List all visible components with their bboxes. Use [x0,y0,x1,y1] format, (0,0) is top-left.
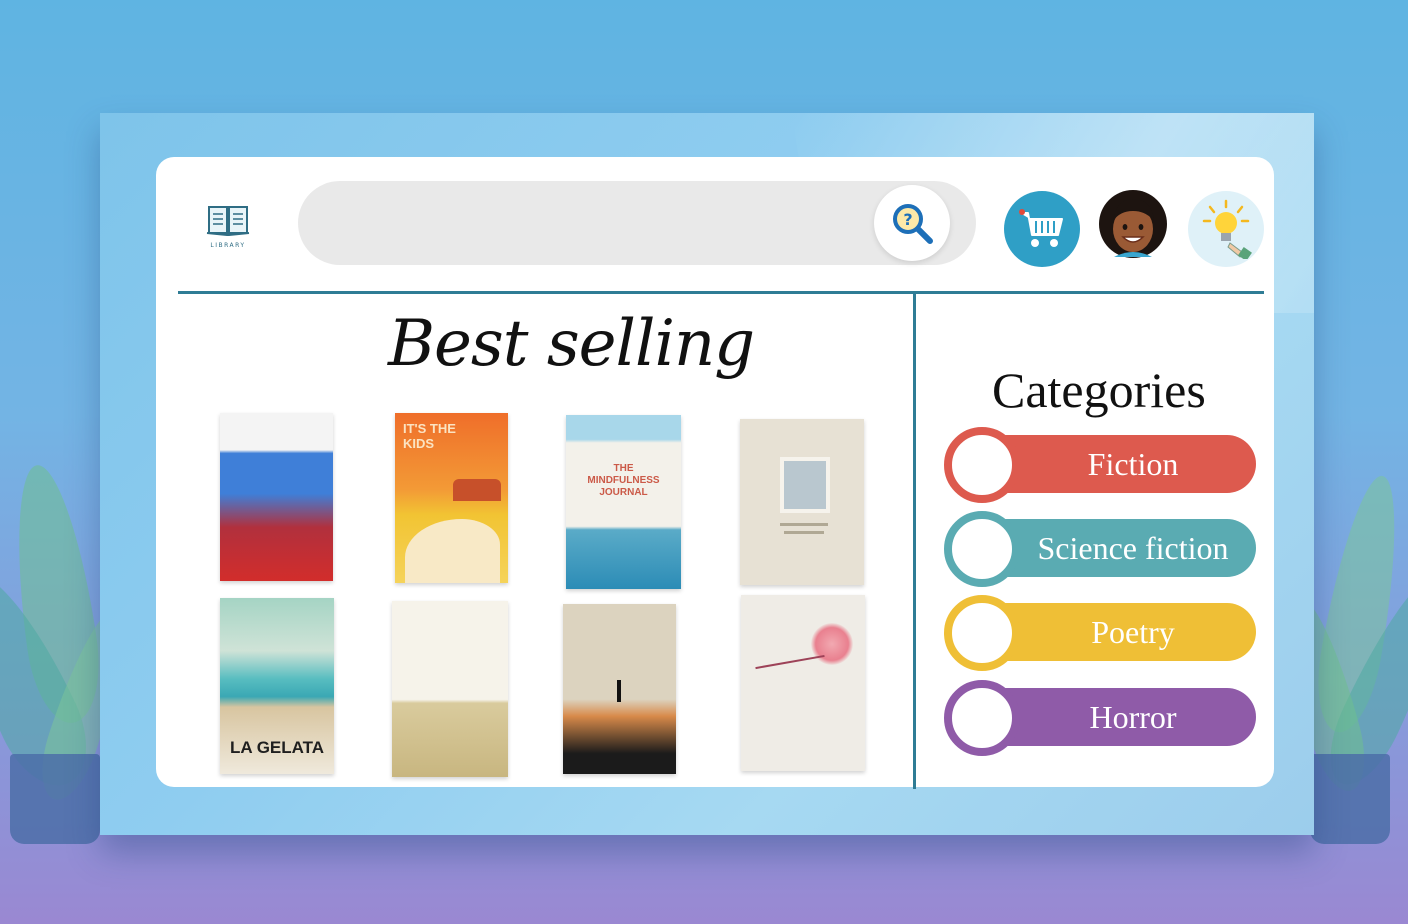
ideas-button[interactable] [1188,191,1264,267]
book-cover-2[interactable]: IT'S THE KIDS [395,413,508,583]
book-cover-1[interactable] [220,413,333,581]
lightbulb-icon [1202,199,1252,259]
open-book-icon [206,206,250,236]
book-cover-3-text: THE MINDFULNESS JOURNAL [587,463,660,498]
book-cover-7[interactable] [563,604,676,774]
search-button[interactable]: ? [874,185,950,261]
category-poetry-button[interactable]: Poetry [944,595,1256,671]
section-divider [913,293,916,789]
book-cover-5[interactable]: LA GELATA [220,598,334,774]
svg-text:?: ? [903,210,912,229]
best-selling-title: Best selling [388,307,755,381]
cart-button[interactable] [1004,191,1080,267]
magnifier-question-icon: ? [893,204,933,244]
library-logo[interactable]: LIBRARY [196,203,260,263]
categories-title: Categories [992,362,1206,418]
background-scene: LIBRARY ? Best selling IT'S THE KIDS THE… [0,0,1408,924]
library-app-window: LIBRARY ? Best selling IT'S THE KIDS THE… [156,157,1274,789]
category-science-fiction-label: Science fiction [1037,530,1229,566]
category-science-fiction-radio [944,511,1020,587]
category-horror-button[interactable]: Horror [944,680,1256,756]
book-cover-6[interactable] [392,601,508,777]
category-horror-radio [944,680,1020,756]
book-cover-5-text: LA GELATA [229,738,325,757]
avatar [1099,190,1167,258]
book-cover-4[interactable] [740,419,864,585]
shopping-cart-icon [1019,209,1063,247]
plant-right-decoration [1274,424,1408,884]
category-poetry-label: Poetry [1091,614,1175,650]
category-fiction-radio [944,427,1020,503]
category-science-fiction-button[interactable]: Science fiction [944,511,1256,587]
plant-left-decoration [0,424,140,884]
profile-avatar-button[interactable] [1096,187,1170,261]
category-fiction-label: Fiction [1087,446,1179,482]
book-cover-3[interactable]: THE MINDFULNESS JOURNAL [566,415,681,589]
category-fiction-button[interactable]: Fiction [944,427,1256,503]
category-poetry-radio [944,595,1020,671]
header-divider [178,291,1264,294]
category-horror-label: Horror [1089,699,1177,735]
book-cover-8[interactable] [741,595,865,771]
logo-label: LIBRARY [210,242,246,249]
book-cover-2-text: IT'S THE KIDS [403,421,456,451]
